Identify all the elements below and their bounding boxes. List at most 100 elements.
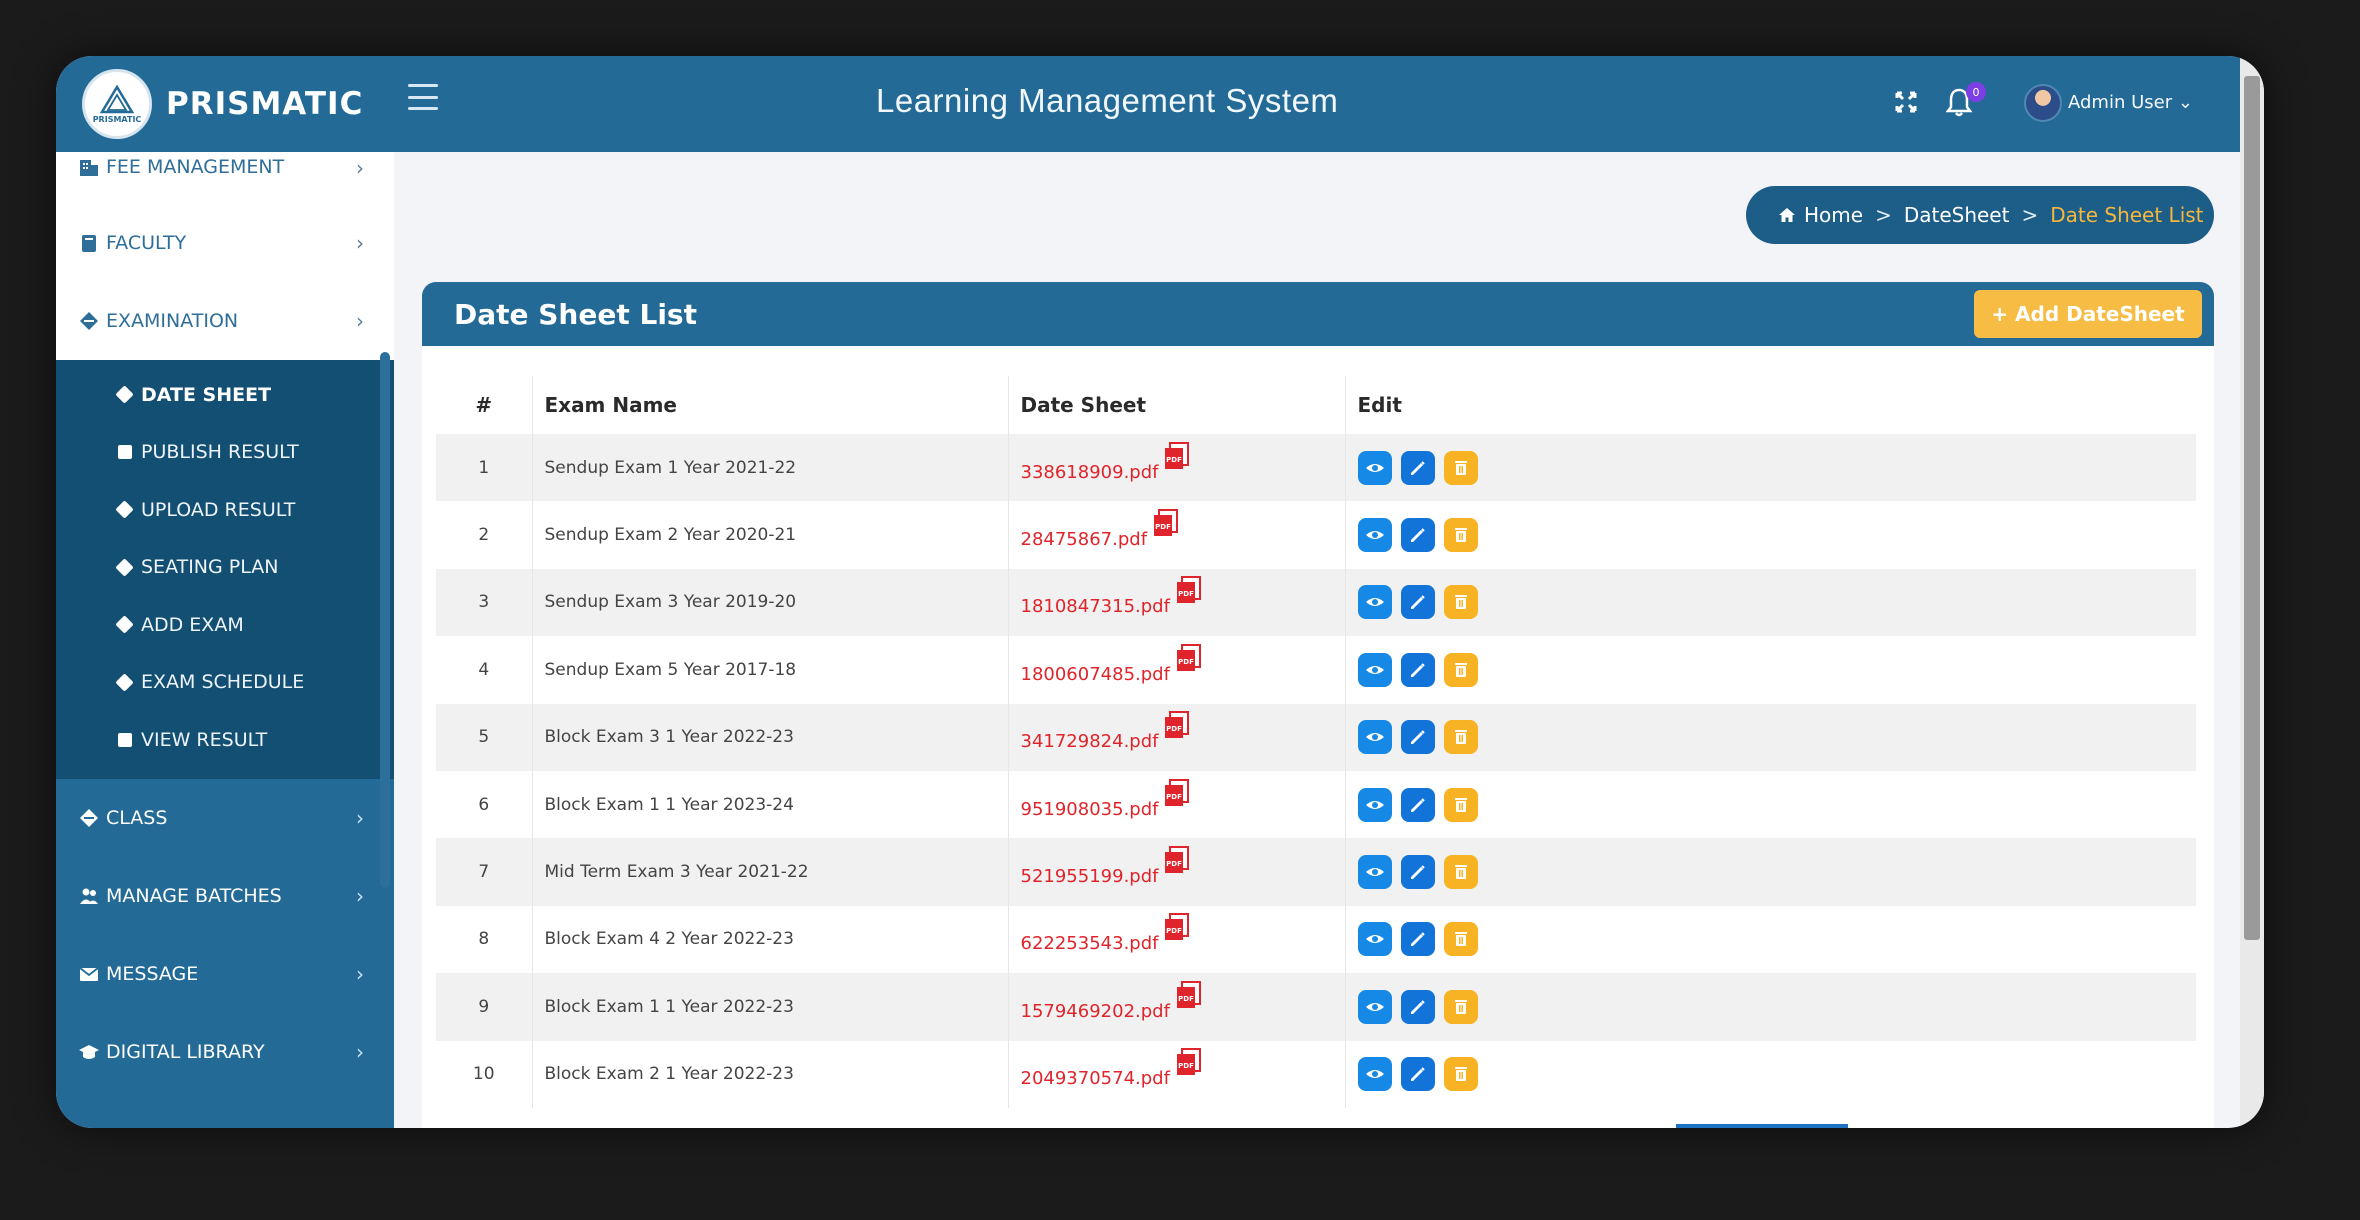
sidebar-item-digital-library[interactable]: DIGITAL LIBRARY › [56,1013,394,1091]
brand[interactable]: PRISMATIC PRISMATIC [56,56,394,152]
submenu-item-date-sheet[interactable]: DATE SHEET [56,366,394,424]
pdf-icon[interactable]: PDF [1164,778,1190,807]
edit-button[interactable] [1400,518,1435,553]
pdf-file-link[interactable]: 341729824.pdf [1021,731,1159,752]
pdf-icon[interactable]: PDF [1176,643,1202,672]
delete-button[interactable] [1443,585,1478,620]
exam-name: Block Exam 1 1 Year 2023-24 [531,770,1008,839]
edit-button[interactable] [1400,720,1435,755]
date-sheet-cell: 1810847315.pdf PDF [1007,568,1345,637]
submenu-item-exam-schedule[interactable]: EXAM SCHEDULE [56,654,394,712]
pdf-icon[interactable]: PDF [1164,441,1190,470]
submenu-item-view-result[interactable]: VIEW RESULT [56,711,394,769]
delete-button[interactable] [1443,989,1478,1024]
sidebar-item-examination[interactable]: EXAMINATION › [56,282,394,360]
date-sheet-cell: 1800607485.pdf PDF [1007,636,1345,704]
view-button[interactable] [1357,922,1392,957]
square-icon [118,732,132,747]
edit-button[interactable] [1400,652,1435,687]
view-button[interactable] [1357,787,1392,822]
edit-button[interactable] [1400,1057,1435,1092]
exam-name: Block Exam 2 1 Year 2022-23 [531,1040,1008,1108]
view-button[interactable] [1357,1057,1392,1092]
pdf-file-link[interactable]: 338618909.pdf [1021,462,1159,483]
sidebar-item-label: EXAMINATION [106,310,239,332]
chevron-right-icon: › [356,231,364,255]
pdf-file-link[interactable]: 1810847315.pdf [1021,596,1170,617]
hamburger-menu-icon[interactable] [408,84,438,110]
sidebar-scrollbar[interactable] [380,352,390,888]
delete-button[interactable] [1443,787,1478,822]
avatar[interactable] [2024,84,2062,122]
sidebar-item-faculty[interactable]: FACULTY › [56,204,394,282]
delete-button[interactable] [1443,450,1478,485]
submenu-item-upload-result[interactable]: UPLOAD RESULT [56,481,394,539]
sidebar-item-label: DIGITAL LIBRARY [106,1040,265,1063]
pdf-icon[interactable]: PDF [1164,846,1190,874]
delete-button[interactable] [1443,720,1478,755]
book-icon [82,235,96,252]
pdf-file-link[interactable]: 951908035.pdf [1021,799,1159,820]
sidebar-item-manage-batches[interactable]: MANAGE BATCHES › [56,857,394,935]
pdf-file-link[interactable]: 521955199.pdf [1021,866,1159,887]
column-header-exam-name: Exam Name [531,376,1008,434]
pdf-file-link[interactable]: 622253543.pdf [1021,933,1159,954]
examination-submenu: DATE SHEET PUBLISH RESULT UPLOAD RESULT … [56,360,394,779]
diamond-icon [115,385,134,404]
column-header-date-sheet: Date Sheet [1007,376,1345,434]
view-button[interactable] [1357,989,1392,1024]
delete-button[interactable] [1443,855,1478,890]
edit-button[interactable] [1400,989,1435,1024]
chevron-right-icon: › [356,883,364,908]
edit-button[interactable] [1400,922,1435,957]
fullscreen-icon[interactable] [1894,90,1918,114]
scrollbar-thumb[interactable] [2244,76,2260,940]
pdf-icon[interactable]: PDF [1153,509,1179,537]
edit-button[interactable] [1400,787,1435,822]
sidebar-item-message[interactable]: MESSAGE › [56,935,394,1013]
view-button[interactable] [1357,585,1392,620]
delete-button[interactable] [1443,922,1478,957]
pdf-icon[interactable]: PDF [1176,980,1202,1009]
submenu-item-add-exam[interactable]: ADD EXAM [56,596,394,654]
row-number: 10 [436,1040,532,1108]
view-button[interactable] [1357,855,1392,890]
submenu-item-publish-result[interactable]: PUBLISH RESULT [56,424,394,482]
column-header-number: # [436,376,532,434]
sidebar-item-label: MESSAGE [106,962,199,985]
row-number: 8 [436,905,532,974]
exam-name: Sendup Exam 2 Year 2020-21 [531,501,1008,569]
delete-button[interactable] [1443,1057,1478,1092]
notification-badge: 0 [1966,82,1986,102]
breadcrumb-home[interactable]: Home [1804,203,1863,227]
sidebar-item-fee-management[interactable]: FEE MANAGEMENT › [56,152,394,204]
breadcrumb-datesheet[interactable]: DateSheet [1904,203,2010,227]
pdf-file-link[interactable]: 28475867.pdf [1021,529,1148,550]
view-button[interactable] [1357,518,1392,553]
pdf-file-link[interactable]: 1579469202.pdf [1021,1001,1170,1022]
submenu-item-label: VIEW RESULT [141,728,268,751]
sidebar-item-class[interactable]: CLASS › [56,779,394,857]
card-title: Date Sheet List [454,297,697,331]
page-scrollbar[interactable] [2240,56,2264,1128]
delete-button[interactable] [1443,518,1478,553]
pdf-icon[interactable]: PDF [1176,576,1202,604]
add-datesheet-button[interactable]: + Add DateSheet [1974,290,2202,338]
edit-button[interactable] [1400,855,1435,890]
view-button[interactable] [1357,652,1392,687]
pdf-icon[interactable]: PDF [1164,913,1190,941]
pdf-icon[interactable]: PDF [1176,1048,1202,1076]
diamond-icon [115,673,134,692]
pdf-file-link[interactable]: 2049370574.pdf [1021,1068,1170,1089]
submenu-item-seating-plan[interactable]: SEATING PLAN [56,539,394,597]
edit-button[interactable] [1400,450,1435,485]
pdf-icon[interactable]: PDF [1164,711,1190,739]
view-button[interactable] [1357,720,1392,755]
home-icon [1779,208,1795,222]
user-menu[interactable]: Admin User ⌄ [2068,92,2193,113]
delete-button[interactable] [1443,652,1478,687]
actions-cell [1344,973,2196,1041]
edit-button[interactable] [1400,585,1435,620]
pdf-file-link[interactable]: 1800607485.pdf [1021,664,1170,685]
view-button[interactable] [1357,450,1392,485]
